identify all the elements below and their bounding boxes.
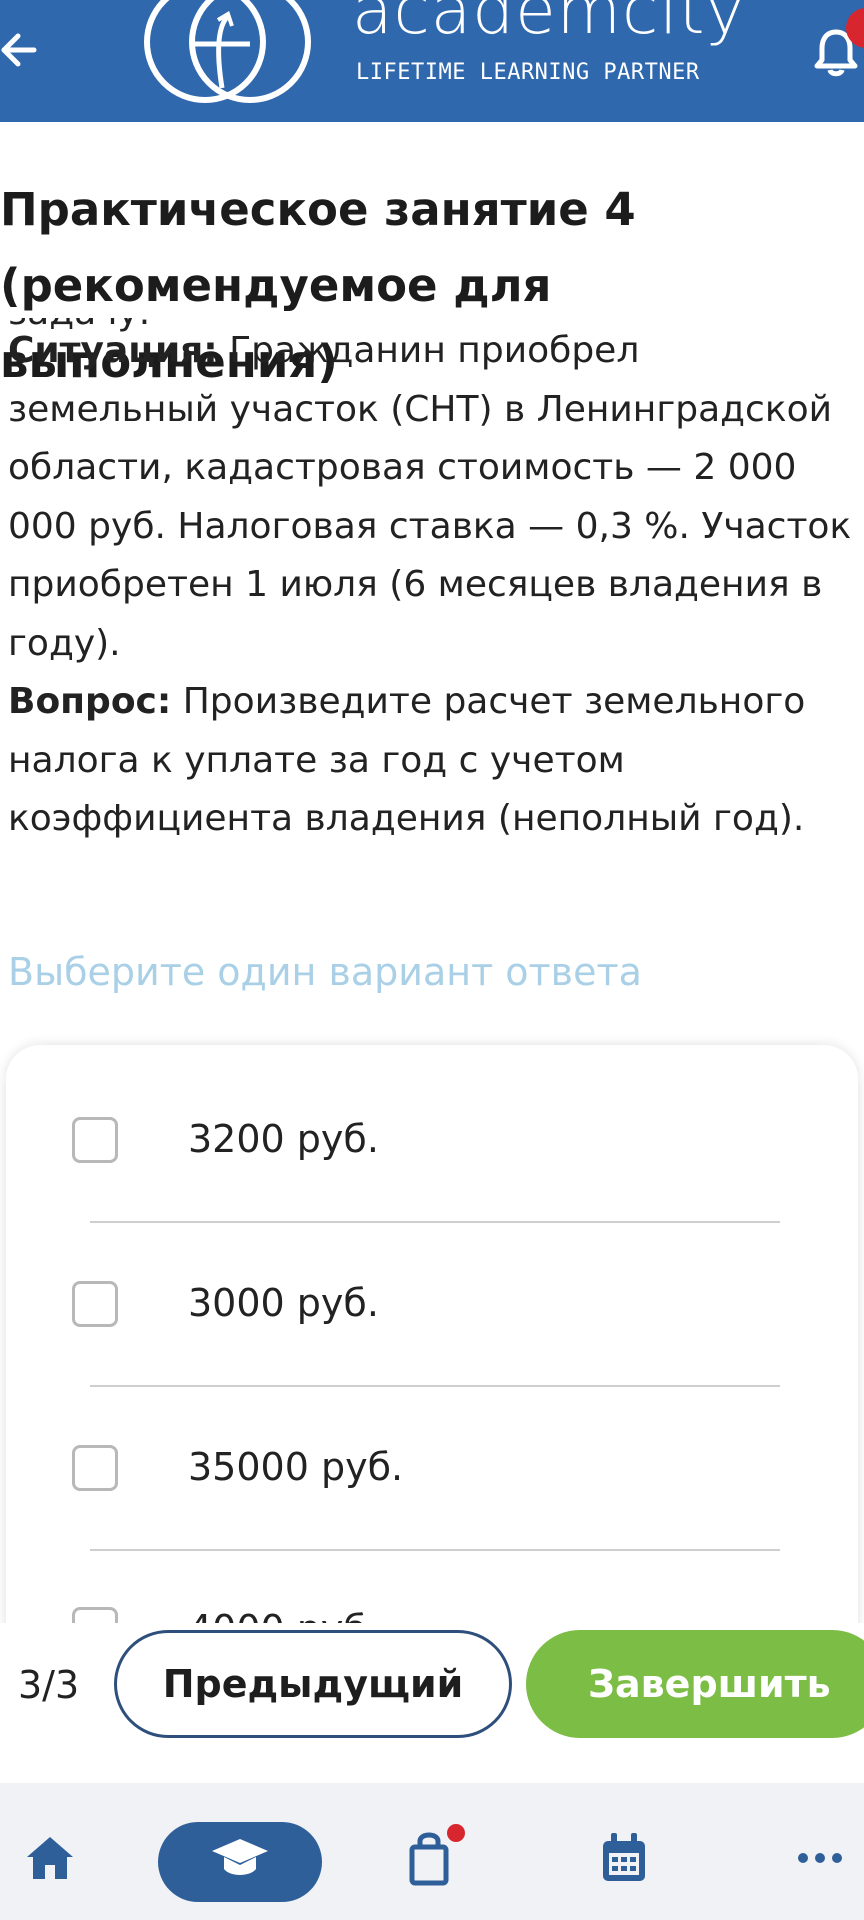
brand-tagline: LIFETIME LEARNING PARTNER [356, 60, 700, 85]
more-icon [798, 1853, 842, 1863]
answer-option[interactable]: 3000 руб. [6, 1209, 858, 1369]
brand-name: academcity [352, 0, 746, 49]
tab-learning[interactable] [158, 1818, 322, 1898]
answer-label: 3200 руб. [188, 1117, 379, 1161]
academcity-logo [144, 0, 311, 103]
question-text: Ситуация: Гражданин приобрел земельный у… [8, 322, 858, 849]
graduation-cap-icon [212, 1839, 268, 1875]
answer-checkbox[interactable] [72, 1445, 118, 1491]
answer-label: 35000 руб. [188, 1445, 404, 1489]
answer-option[interactable]: 3200 руб. [6, 1045, 858, 1205]
finish-button[interactable]: Завершить [526, 1630, 864, 1738]
answer-label: 3000 руб. [188, 1281, 379, 1325]
question-counter: 3/3 [18, 1663, 80, 1707]
answer-hint: Выберите один вариант ответа [8, 950, 642, 994]
answer-option[interactable]: 35000 руб. [6, 1373, 858, 1533]
tab-shop[interactable] [400, 1818, 470, 1898]
back-button[interactable] [0, 22, 44, 78]
answer-checkbox[interactable] [72, 1117, 118, 1163]
tab-home[interactable] [18, 1818, 82, 1898]
home-icon [27, 1837, 73, 1879]
shopping-bag-icon [409, 1824, 465, 1886]
back-arrow-icon [1, 33, 37, 67]
tab-calendar[interactable] [594, 1818, 654, 1898]
situation-label: Ситуация: [8, 330, 218, 371]
question-label: Вопрос: [8, 681, 172, 722]
previous-button[interactable]: Предыдущий [114, 1630, 512, 1738]
answer-checkbox[interactable] [72, 1281, 118, 1327]
app-header: academcity LIFETIME LEARNING PARTNER [0, 0, 864, 122]
tab-more[interactable] [790, 1818, 850, 1898]
calendar-icon [603, 1833, 645, 1881]
situation-text: Гражданин приобрел земельный участок (СН… [8, 330, 852, 664]
